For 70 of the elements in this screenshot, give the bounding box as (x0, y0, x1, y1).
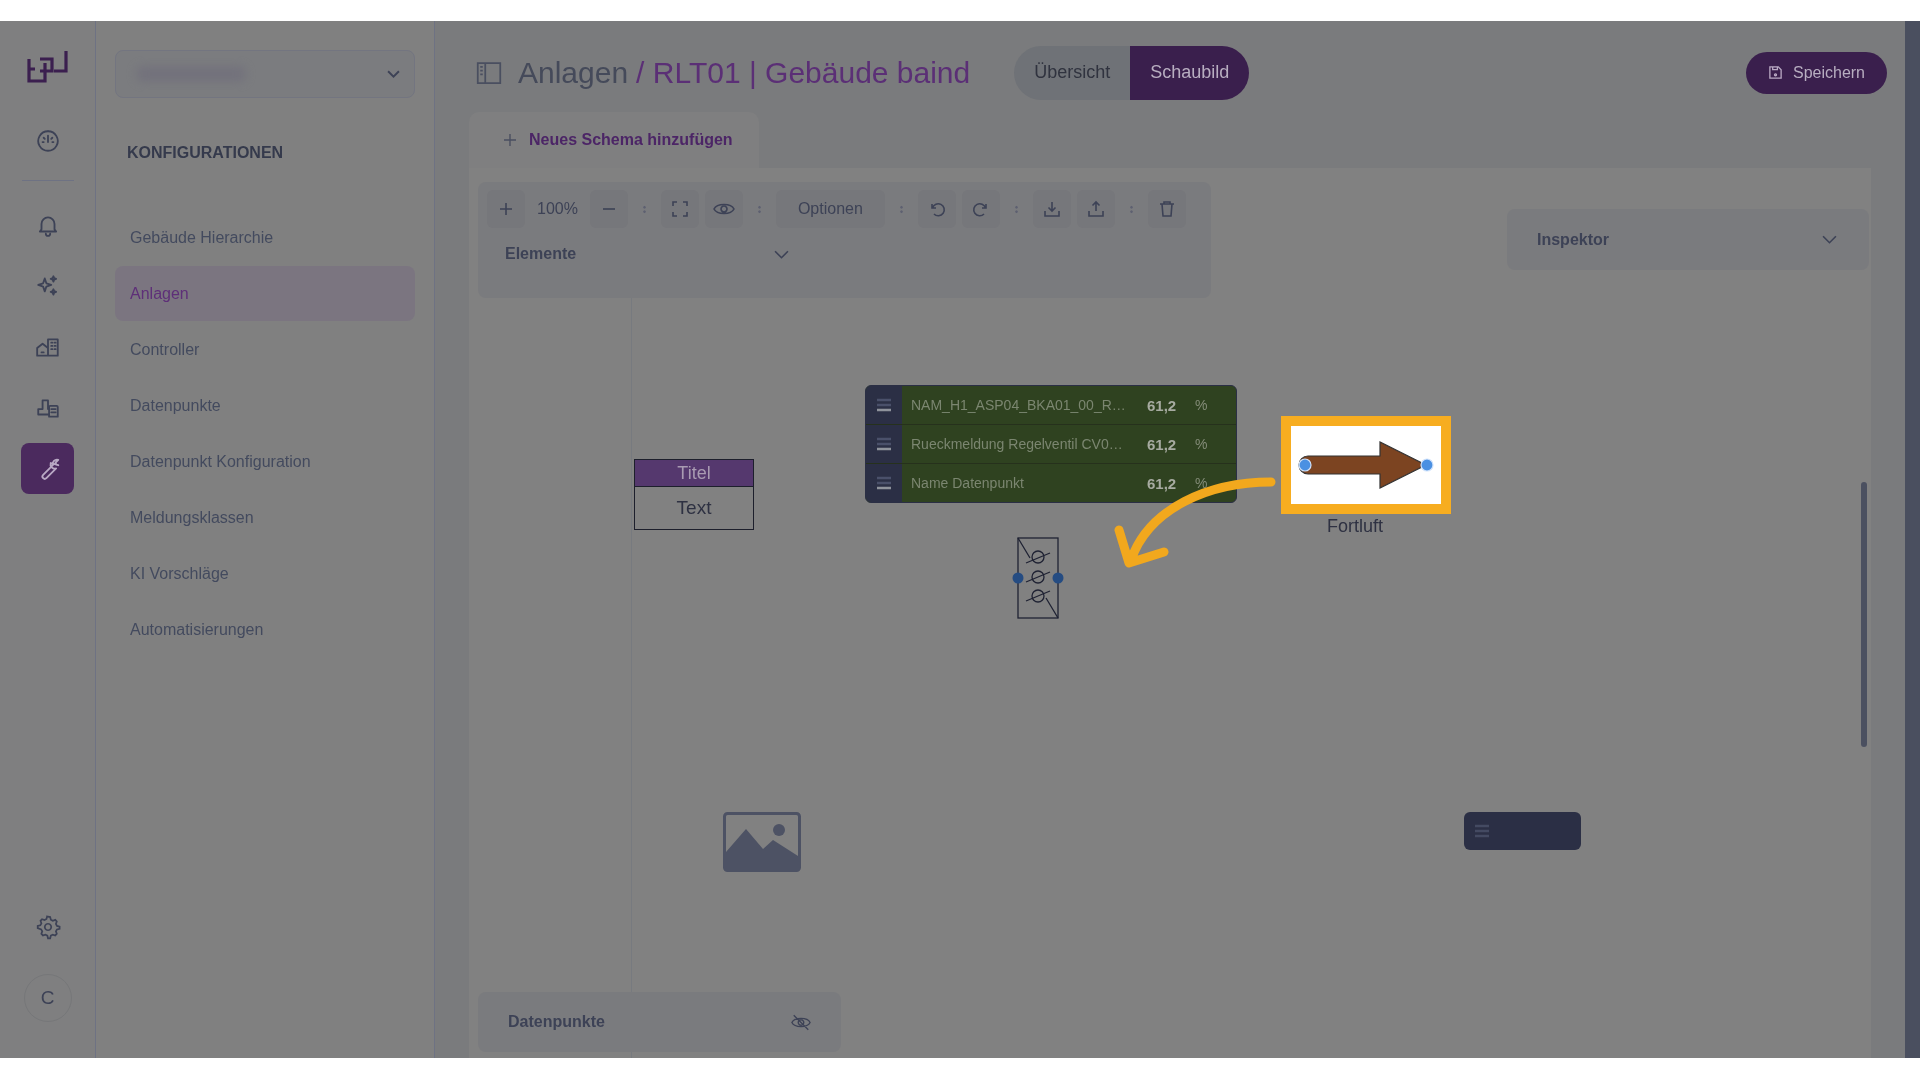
sidebar-item[interactable]: KI Vorschläge (115, 546, 415, 601)
dashboard-icon (34, 127, 61, 154)
delete-button[interactable] (1147, 190, 1186, 228)
eye-off-icon[interactable] (791, 1013, 811, 1031)
datapoints-panel[interactable]: Datenpunkte (478, 992, 841, 1052)
section-heading: KONFIGURATIONEN (127, 144, 285, 162)
text-block-node[interactable]: Titel Text (634, 459, 754, 530)
drag-handle-icon[interactable] (866, 425, 902, 463)
fullscreen-icon (670, 200, 689, 218)
redo-icon (971, 200, 990, 218)
sidebar-item[interactable]: Controller (115, 322, 415, 377)
download-icon (1042, 200, 1061, 218)
scrollbar-thumb[interactable] (1861, 482, 1867, 747)
plus-icon (498, 201, 514, 217)
logo-icon (25, 49, 70, 85)
sidebar-item[interactable]: Datenpunkt Konfiguration (115, 434, 415, 489)
datapoint-value: 61,2 (1147, 396, 1178, 414)
fit-screen-button[interactable] (660, 190, 699, 228)
save-button[interactable]: Speichern (1745, 51, 1887, 94)
datapoint-name: Rueckmeldung Regelventil CV0… (910, 436, 1124, 452)
elements-dropdown[interactable]: Elemente (505, 245, 789, 263)
sidebar-item[interactable]: Meldungsklassen (115, 490, 415, 545)
download-button[interactable] (1032, 190, 1071, 228)
inspector-dropdown[interactable]: Inspektor (1507, 209, 1869, 270)
upload-icon (1086, 200, 1105, 218)
options-button[interactable]: Optionen (775, 190, 885, 228)
node-title: Titel (635, 460, 753, 487)
trash-icon (1157, 200, 1176, 218)
eye-icon (712, 201, 735, 217)
drag-handle-icon (1475, 824, 1489, 838)
rail-nav-button[interactable] (21, 443, 74, 494)
datapoint-name: Name Datenpunkt (910, 475, 1025, 491)
page-scrollbar[interactable] (1905, 21, 1920, 1058)
preview-button[interactable] (704, 190, 743, 228)
datapoint-name: NAM_H1_ASP04_BKA01_00_R… (910, 397, 1127, 413)
drag-handle-icon[interactable] (866, 386, 902, 424)
zoom-in-button[interactable] (487, 190, 525, 228)
add-schema-tab[interactable]: Neues Schema hinzufügen (469, 112, 759, 168)
dropdown-label: Inspektor (1537, 230, 1609, 249)
sidebar-item[interactable]: Datenpunkte (115, 378, 415, 433)
arrow-label: Fortluft (1327, 516, 1383, 537)
drag-handle-icon[interactable] (866, 464, 902, 502)
chevron-down-icon (387, 69, 400, 79)
view-tab[interactable]: Übersicht (1014, 45, 1131, 100)
datapoint-table-node[interactable]: NAM_H1_ASP04_BKA01_00_R… 61,2 % Rueckmeldung Regelventil CV0… 61,2 % Name Datenpunkt 61,2 % (865, 385, 1237, 503)
sidebar-item[interactable]: Gebäude Hierarchie (115, 210, 415, 265)
undo-button[interactable] (917, 190, 956, 228)
datapoint-unit: % (1195, 475, 1208, 491)
datapoint-value: 61,2 (1147, 474, 1178, 492)
redo-button[interactable] (961, 190, 1000, 228)
sidebar-item[interactable]: Automatisierungen (115, 602, 415, 657)
chevron-down-icon (774, 249, 789, 259)
datapoint-unit: % (1195, 436, 1208, 452)
plus-icon (503, 133, 517, 147)
empty-datapoint-node[interactable] (1464, 812, 1581, 850)
zoom-level: 100% (536, 200, 579, 218)
dropdown-label: Elemente (505, 245, 577, 263)
sidebar-item[interactable]: Anlagen (115, 266, 415, 321)
node-text: Text (675, 496, 713, 520)
settings-icon[interactable] (34, 914, 61, 940)
damper-symbol[interactable] (1012, 537, 1064, 619)
datapoint-unit: % (1195, 397, 1208, 413)
page-title: / RLT01 | Gebäude baind (636, 55, 971, 89)
view-tab[interactable]: Schaubild (1130, 45, 1250, 100)
upload-button[interactable] (1076, 190, 1115, 228)
panel-title: Datenpunkte (508, 1013, 605, 1031)
image-placeholder-icon[interactable] (723, 812, 801, 872)
datapoint-value: 61,2 (1147, 435, 1178, 453)
chevron-down-icon (1822, 235, 1837, 244)
minus-icon (601, 208, 616, 210)
